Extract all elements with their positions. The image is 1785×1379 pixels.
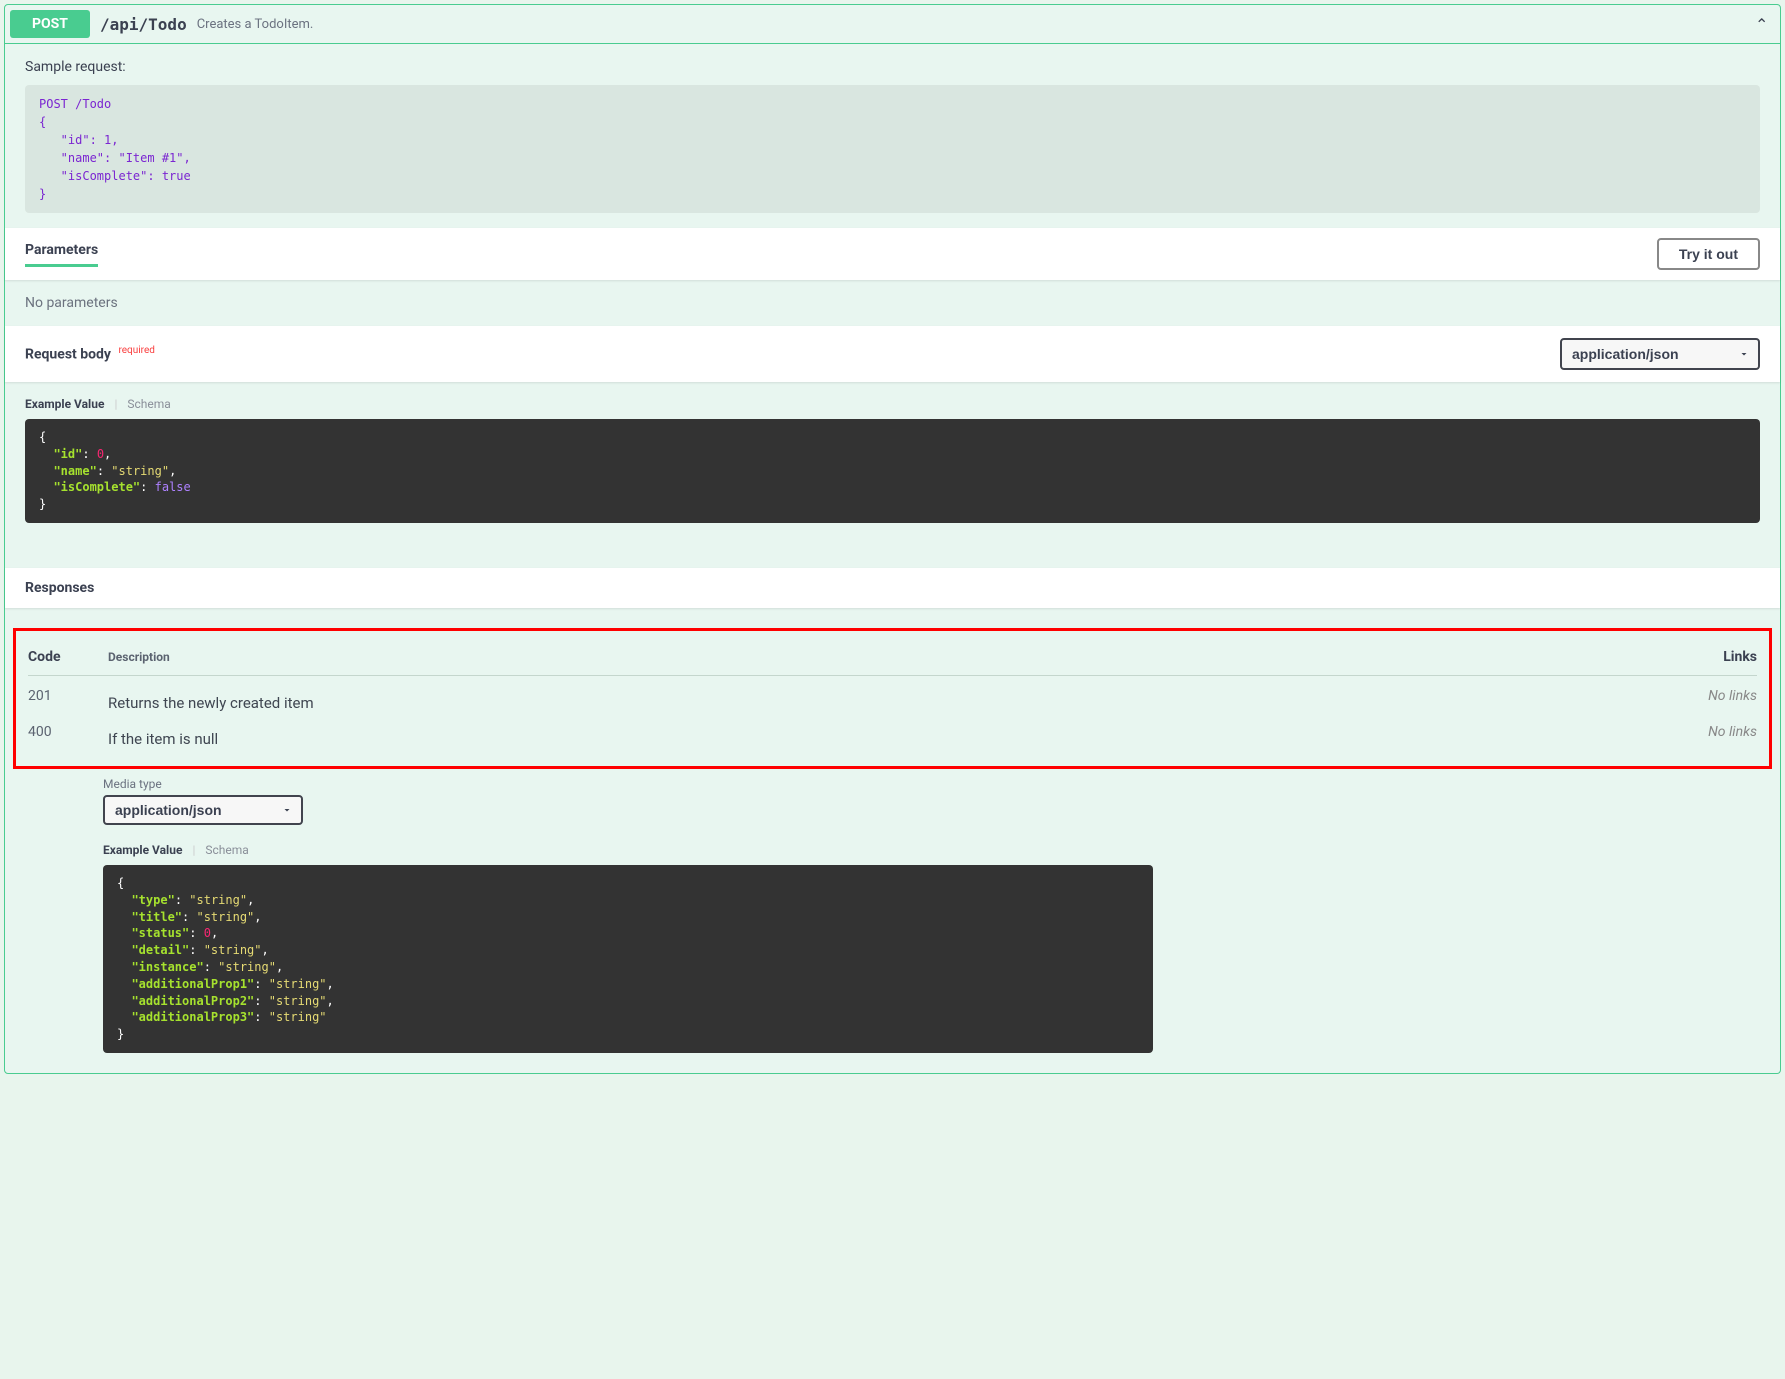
response-description: If the item is null: [108, 712, 1657, 748]
responses-table-highlighted: Code Description Links 201Returns the ne…: [13, 628, 1772, 769]
operation-summary[interactable]: POST /api/Todo Creates a TodoItem. ⌃: [5, 5, 1780, 44]
sample-request-code: POST /Todo { "id": 1, "name": "Item #1",…: [25, 85, 1760, 213]
tab-schema[interactable]: Schema: [127, 397, 170, 411]
no-parameters-text: No parameters: [5, 280, 1780, 326]
parameters-tab[interactable]: Parameters: [25, 242, 98, 267]
operation-body: Sample request: POST /Todo { "id": 1, "n…: [5, 44, 1780, 1073]
endpoint-path: /api/Todo: [90, 15, 197, 34]
response-body-example: { "type": "string", "title": "string", "…: [103, 865, 1153, 1053]
sample-request-section: Sample request: POST /Todo { "id": 1, "n…: [5, 44, 1780, 228]
parameters-header: Parameters Try it out: [5, 228, 1780, 280]
responses-table: Code Description Links 201Returns the ne…: [28, 649, 1757, 748]
required-label: required: [118, 345, 154, 356]
request-body-area: Example Value | Schema { "id": 0, "name"…: [5, 382, 1780, 538]
sample-request-label: Sample request:: [25, 59, 1760, 75]
response-code: 201: [28, 675, 108, 712]
response-links: No links: [1657, 675, 1757, 712]
tab-schema-resp[interactable]: Schema: [205, 843, 248, 857]
table-row: 400If the item is nullNo links: [28, 712, 1757, 748]
response-media-block: Media type application/json Example Valu…: [5, 777, 1780, 1073]
col-code: Code: [28, 649, 108, 676]
request-body-example[interactable]: { "id": 0, "name": "string", "isComplete…: [25, 419, 1760, 523]
request-body-header: Request body required application/json: [5, 326, 1780, 382]
response-links: No links: [1657, 712, 1757, 748]
table-row: 201Returns the newly created itemNo link…: [28, 675, 1757, 712]
http-method-badge: POST: [10, 10, 90, 38]
try-it-out-button[interactable]: Try it out: [1657, 238, 1760, 270]
operation-block: POST /api/Todo Creates a TodoItem. ⌃ Sam…: [4, 4, 1781, 1074]
media-type-label: Media type: [103, 777, 1760, 791]
tab-example-value-resp[interactable]: Example Value: [103, 843, 182, 857]
response-code: 400: [28, 712, 108, 748]
request-body-heading: Request body: [25, 347, 111, 363]
tab-separator: |: [192, 843, 195, 857]
col-description: Description: [108, 649, 1657, 676]
tab-separator: |: [114, 397, 117, 411]
response-description: Returns the newly created item: [108, 675, 1657, 712]
content-type-select[interactable]: application/json: [1560, 338, 1760, 370]
endpoint-description: Creates a TodoItem.: [197, 17, 1755, 32]
response-body-tabs: Example Value | Schema: [103, 843, 1760, 857]
col-links: Links: [1657, 649, 1757, 676]
chevron-up-icon: ⌃: [1755, 15, 1775, 34]
media-type-select[interactable]: application/json: [103, 795, 303, 825]
responses-heading: Responses: [25, 580, 1760, 596]
tab-example-value[interactable]: Example Value: [25, 397, 104, 411]
body-tabs: Example Value | Schema: [25, 397, 1760, 411]
responses-header: Responses: [5, 568, 1780, 608]
